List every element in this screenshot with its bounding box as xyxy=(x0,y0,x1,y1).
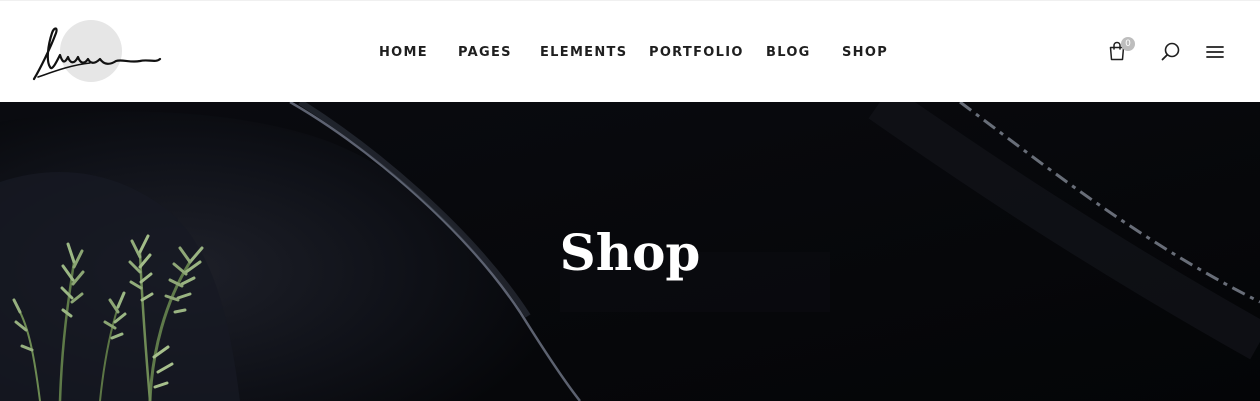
nav-item-elements[interactable]: ELEMENTS xyxy=(540,43,627,63)
nav-item-home[interactable]: HOME xyxy=(379,43,428,63)
cart-button[interactable]: 0 xyxy=(1104,37,1136,65)
site-logo[interactable] xyxy=(30,19,162,85)
nav-item-shop[interactable]: SHOP xyxy=(842,43,888,63)
site-header: HOME PAGES ELEMENTS PORTFOLIO BLOG SHOP … xyxy=(0,0,1260,102)
nav-item-blog[interactable]: BLOG xyxy=(766,43,811,63)
signature-logo-icon xyxy=(32,20,162,82)
search-icon xyxy=(1161,42,1180,61)
hero-banner: Shop xyxy=(0,102,1260,401)
nav-item-pages[interactable]: PAGES xyxy=(458,43,512,63)
hamburger-menu-icon xyxy=(1206,46,1224,58)
main-navigation: HOME PAGES ELEMENTS PORTFOLIO BLOG SHOP xyxy=(0,1,1260,103)
nav-item-portfolio[interactable]: PORTFOLIO xyxy=(649,43,744,63)
menu-button[interactable] xyxy=(1205,42,1225,62)
search-button[interactable] xyxy=(1160,41,1182,63)
cart-count-badge: 0 xyxy=(1121,37,1135,51)
page-title: Shop xyxy=(559,223,701,282)
